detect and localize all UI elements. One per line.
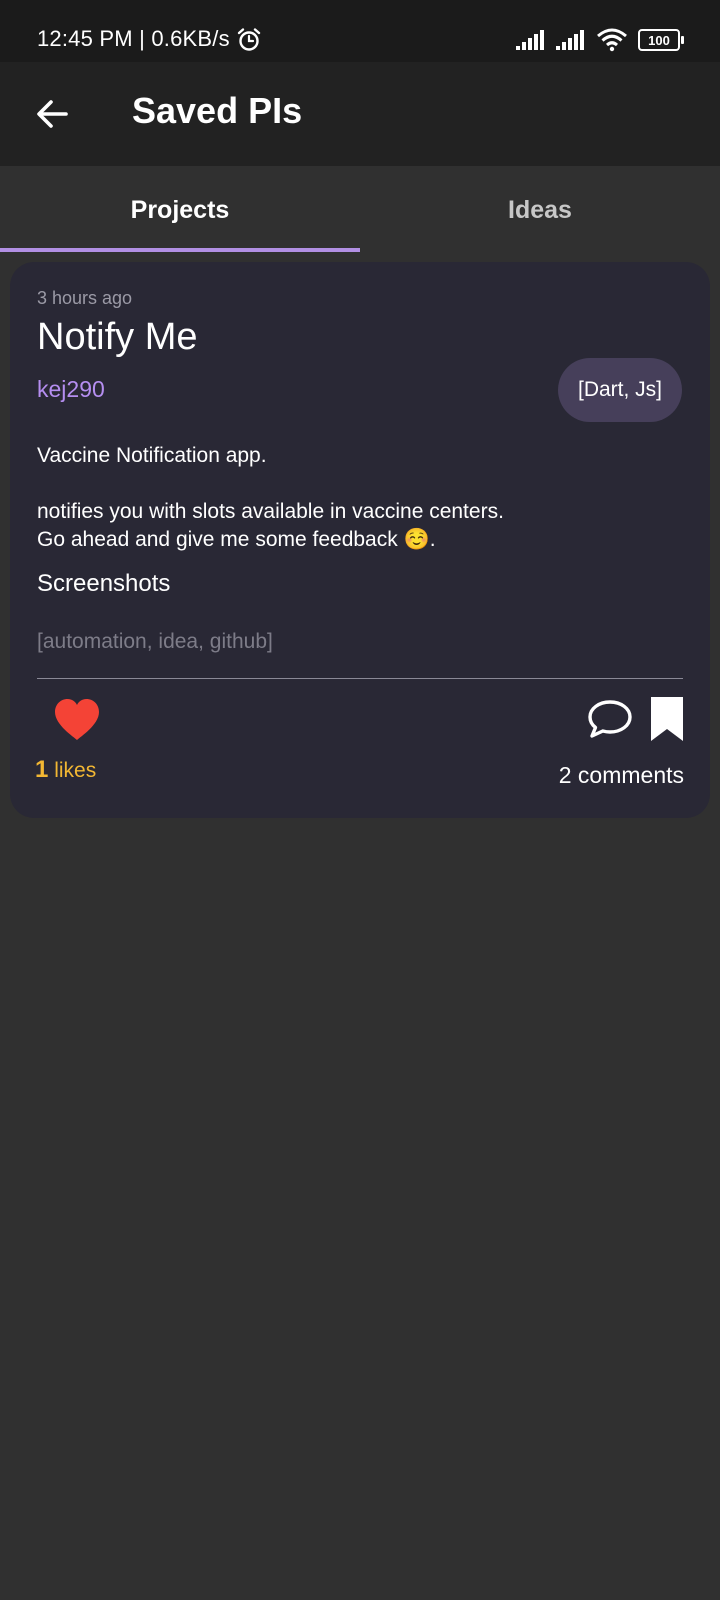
status-time: 12:45 PM | 0.6KB/s: [37, 26, 230, 51]
description-line: Go ahead and give me some feedback ☺️.: [37, 528, 436, 551]
status-clock: 12:45 PM: [37, 26, 133, 51]
heart-icon[interactable]: [53, 698, 101, 742]
app-bar: Saved PIs: [0, 62, 720, 166]
tags-list: [automation, idea, github]: [37, 630, 273, 653]
tab-indicator: [0, 248, 360, 252]
signal-icon: [516, 30, 544, 50]
status-speed: 0.6KB/s: [151, 26, 230, 51]
back-arrow-icon[interactable]: [34, 96, 70, 132]
tab-ideas-label: Ideas: [508, 195, 572, 224]
post-time: 3 hours ago: [37, 288, 133, 308]
description-line: Vaccine Notification app.: [37, 444, 267, 467]
screenshots-link[interactable]: Screenshots: [37, 570, 170, 598]
project-card[interactable]: 3 hours ago Notify Me kej290 [Dart, Js] …: [10, 262, 710, 818]
page-title: Saved PIs: [132, 90, 303, 131]
signal-icon-2: [556, 30, 584, 50]
battery-icon: 100: [638, 29, 684, 51]
language-chip: [Dart, Js]: [557, 358, 682, 422]
tab-projects-label: Projects: [130, 195, 230, 224]
divider: [37, 678, 683, 679]
likes-label: likes: [54, 759, 97, 782]
screen: 12:45 PM | 0.6KB/s 100 Saved PIs Project…: [0, 0, 720, 1600]
battery-level: 100: [648, 32, 670, 48]
likes-number: 1: [35, 756, 49, 783]
tab-projects[interactable]: Projects: [0, 166, 360, 254]
status-icons: 100: [516, 28, 684, 52]
comments-count[interactable]: 2 comments: [559, 762, 684, 789]
alarm-icon: [237, 28, 261, 51]
author-link[interactable]: kej290: [37, 376, 105, 403]
comment-icon[interactable]: [586, 698, 634, 740]
wifi-icon: [597, 28, 627, 52]
tab-bar: Projects Ideas: [0, 166, 720, 254]
bookmark-icon[interactable]: [650, 696, 684, 742]
status-bar: 12:45 PM | 0.6KB/s 100: [0, 0, 720, 62]
project-title: Notify Me: [37, 316, 198, 358]
tab-ideas[interactable]: Ideas: [360, 166, 720, 254]
project-description: Vaccine Notification app. notifies you w…: [37, 442, 677, 554]
likes-count: 1 likes: [35, 756, 96, 784]
description-line: notifies you with slots available in vac…: [37, 500, 504, 523]
